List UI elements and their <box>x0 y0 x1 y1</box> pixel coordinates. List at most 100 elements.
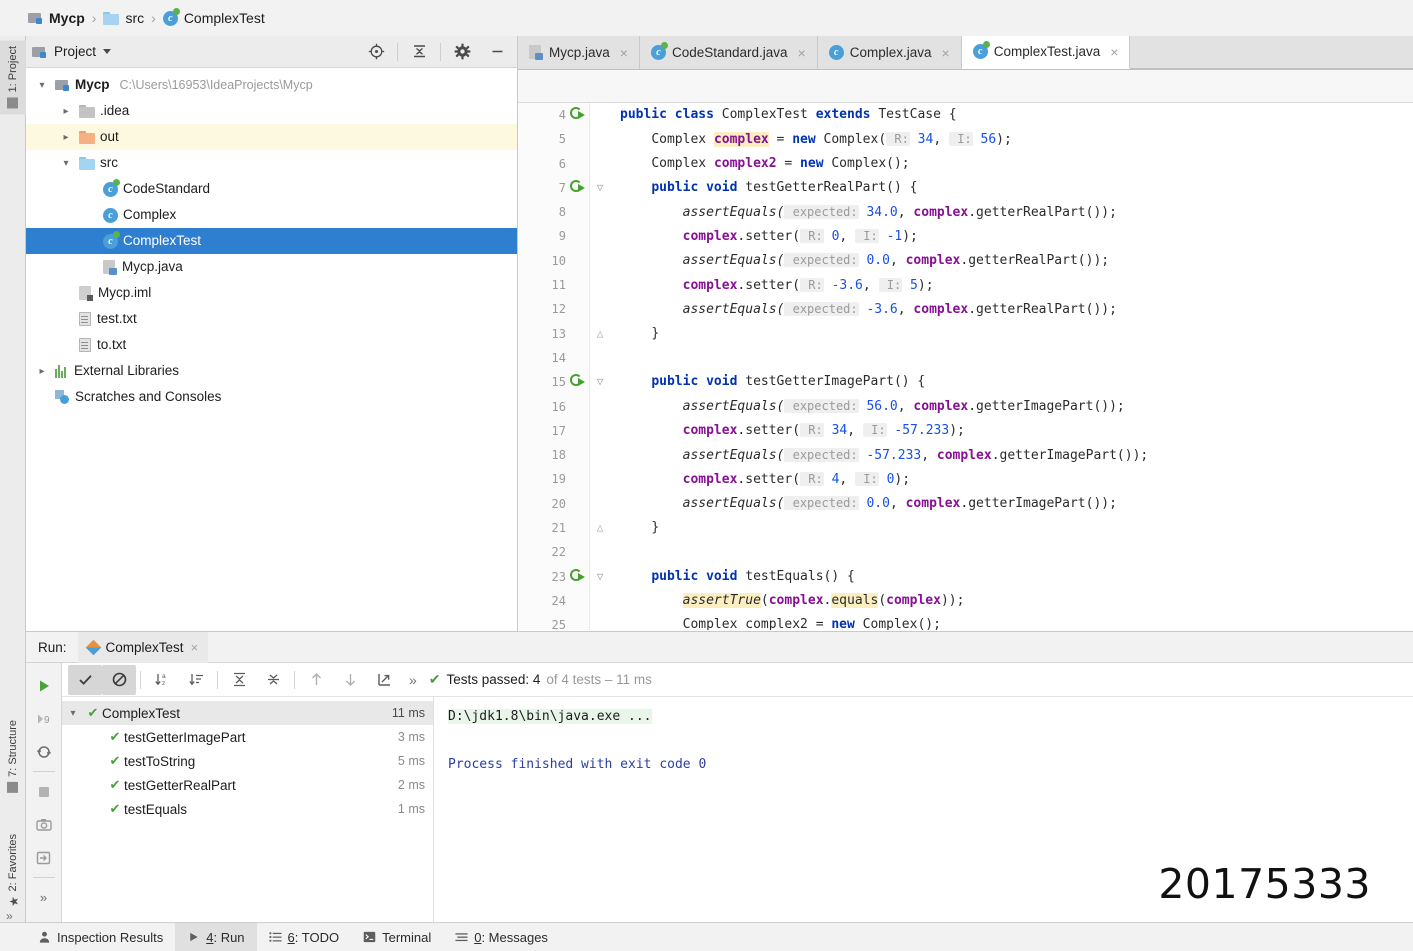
fold-marker[interactable]: ▽ <box>590 370 610 394</box>
test-duration: 5 ms <box>397 754 425 768</box>
hide-ignored-icon[interactable] <box>102 664 136 695</box>
code-text: public void testEquals() { <box>651 568 855 584</box>
test-row-testgetterimagepart[interactable]: ✔ testGetterImagePart 3 ms <box>62 725 433 749</box>
close-icon[interactable]: × <box>620 45 628 61</box>
java-class-icon: c <box>828 45 844 60</box>
run-test-gutter-icon[interactable] <box>570 179 585 195</box>
rail-tab-project[interactable]: 1: Project <box>0 40 26 115</box>
rail-more-icon[interactable]: » <box>6 909 13 923</box>
code-line: 11 complex.setter( R: -3.6, I: 5); <box>518 273 1413 297</box>
locate-icon[interactable] <box>362 39 390 65</box>
run-test-gutter-icon[interactable] <box>570 568 585 584</box>
close-icon[interactable]: × <box>1110 44 1118 60</box>
test-row-testtostring[interactable]: ✔ testToString 5 ms <box>62 749 433 773</box>
gutter-icon-slot <box>566 224 590 248</box>
close-icon[interactable]: × <box>191 640 199 655</box>
tree-node-codestandard[interactable]: ▸cCodeStandard <box>26 176 517 202</box>
chevron-down-icon[interactable]: ▾ <box>34 80 50 91</box>
status-bar-item-messages[interactable]: 0: Messages <box>443 923 560 951</box>
debug-icon[interactable]: 9 <box>27 702 61 735</box>
import-icon[interactable] <box>27 841 61 874</box>
gutter-icon-slot <box>566 443 590 467</box>
breadcrumb-item-project[interactable]: Mycp <box>26 10 87 26</box>
gear-icon[interactable] <box>448 39 476 65</box>
chevron-down-icon[interactable]: ▾ <box>58 158 74 169</box>
editor-area: Mycp.java × c CodeStandard.java × c Complex.ja… <box>518 36 1413 631</box>
tree-node--idea[interactable]: ▸ .idea <box>26 98 517 124</box>
test-row-testgetterrealpart[interactable]: ✔ testGetterRealPart 2 ms <box>62 773 433 797</box>
chevron-down-icon[interactable] <box>103 49 112 54</box>
rail-tab-structure[interactable]: 7: Structure <box>0 714 26 799</box>
toolbar-more-icon[interactable]: » <box>401 672 425 688</box>
gutter-icon-slot <box>566 565 590 589</box>
tree-node-out[interactable]: ▸ out <box>26 124 517 150</box>
tree-node-to-txt[interactable]: ▸to.txt <box>26 332 517 358</box>
tree-node-complextest[interactable]: ▸cComplexTest <box>26 228 517 254</box>
run-test-gutter-icon[interactable] <box>570 374 585 389</box>
chevron-right-icon[interactable]: ▸ <box>58 106 74 117</box>
sort-alphabetically-icon[interactable]: az <box>145 665 179 695</box>
editor-tab-complextest-java[interactable]: c ComplexTest.java × <box>961 36 1131 69</box>
fold-marker[interactable]: △ <box>590 322 610 346</box>
breadcrumb-separator: › <box>91 10 97 26</box>
tree-node-complex[interactable]: ▸cComplex <box>26 202 517 228</box>
tree-node-src[interactable]: ▾ src <box>26 150 517 176</box>
tree-node-scratches-and-consoles[interactable]: ▸Scratches and Consoles <box>26 384 517 410</box>
code-line: 9 complex.setter( R: 0, I: -1); <box>518 224 1413 248</box>
code-text: assertEquals( expected: 34.0, complex.ge… <box>682 204 1117 220</box>
line-number: 21 <box>551 521 566 536</box>
tree-node-mycp-iml[interactable]: ▸Mycp.iml <box>26 280 517 306</box>
editor-tab-complex-java[interactable]: c Complex.java × <box>817 36 962 69</box>
java-file-icon <box>103 259 117 275</box>
line-number: 10 <box>551 253 566 268</box>
stop-icon[interactable] <box>27 775 61 808</box>
collapse-all-icon[interactable] <box>256 665 290 695</box>
collapse-all-icon[interactable] <box>405 39 433 65</box>
rerun-failed-icon[interactable] <box>27 735 61 768</box>
status-bar-item-terminal[interactable]: Terminal <box>351 923 443 951</box>
rail-tab-favorites[interactable]: ★ 2: Favorites <box>0 828 26 913</box>
tree-node-external-libraries[interactable]: ▸ External Libraries <box>26 358 517 384</box>
fold-marker[interactable]: ▽ <box>590 565 610 589</box>
test-name: testGetterRealPart <box>124 777 236 793</box>
gutter-icon-slot <box>566 589 590 613</box>
tree-node-test-txt[interactable]: ▸test.txt <box>26 306 517 332</box>
status-bar-item-run[interactable]: 4: Run <box>175 922 257 951</box>
chevron-down-icon[interactable]: ▾ <box>62 708 84 719</box>
test-row-testequals[interactable]: ✔ testEquals 1 ms <box>62 797 433 821</box>
sort-by-duration-icon[interactable] <box>179 665 213 695</box>
fold-marker[interactable]: △ <box>590 516 610 540</box>
test-row-complextest[interactable]: ▾ ✔ ComplexTest 11 ms <box>62 701 433 725</box>
rerun-icon[interactable] <box>27 669 61 702</box>
show-passed-icon[interactable] <box>68 664 102 695</box>
run-test-gutter-icon[interactable] <box>570 107 585 122</box>
close-icon[interactable]: × <box>798 45 806 61</box>
more-icon[interactable]: » <box>27 881 61 914</box>
minimize-icon[interactable] <box>483 39 511 65</box>
line-number: 4 <box>558 108 566 122</box>
next-failed-icon[interactable] <box>333 665 367 695</box>
editor-tab-mycp-java[interactable]: Mycp.java × <box>518 36 640 69</box>
close-icon[interactable]: × <box>942 45 950 61</box>
breadcrumb-item-class[interactable]: c ComplexTest <box>161 7 267 26</box>
export-icon[interactable] <box>367 665 401 695</box>
expand-all-icon[interactable] <box>222 665 256 695</box>
prev-failed-icon[interactable] <box>299 665 333 695</box>
line-number: 17 <box>551 423 566 438</box>
folder-orange-icon <box>79 130 95 144</box>
tree-node-mycp[interactable]: ▾ Mycp C:\Users\16953\IdeaProjects\Mycp <box>26 72 517 98</box>
tree-node-mycp-java[interactable]: ▸Mycp.java <box>26 254 517 280</box>
code-line: 15 ▽ public void testGetterImagePart() { <box>518 370 1413 394</box>
code-text: assertEquals( expected: 0.0, complex.get… <box>682 496 1117 512</box>
screenshot-icon[interactable] <box>27 808 61 841</box>
chevron-right-icon[interactable]: ▸ <box>58 132 74 143</box>
status-bar-item-todo[interactable]: 6: TODO <box>257 923 352 951</box>
chevron-right-icon[interactable]: ▸ <box>34 366 50 377</box>
editor-tab-codestandard-java[interactable]: c CodeStandard.java × <box>639 36 818 69</box>
run-configuration-tab[interactable]: ComplexTest × <box>77 631 209 663</box>
editor-scrollbar[interactable] <box>1400 103 1413 630</box>
fold-marker[interactable]: ▽ <box>590 176 610 200</box>
status-bar-item-inspection-results[interactable]: Inspection Results <box>26 923 175 951</box>
code-editor[interactable]: 4 public class ComplexTest extends TestCa… <box>518 103 1413 630</box>
breadcrumb-item-src[interactable]: src <box>101 10 146 26</box>
